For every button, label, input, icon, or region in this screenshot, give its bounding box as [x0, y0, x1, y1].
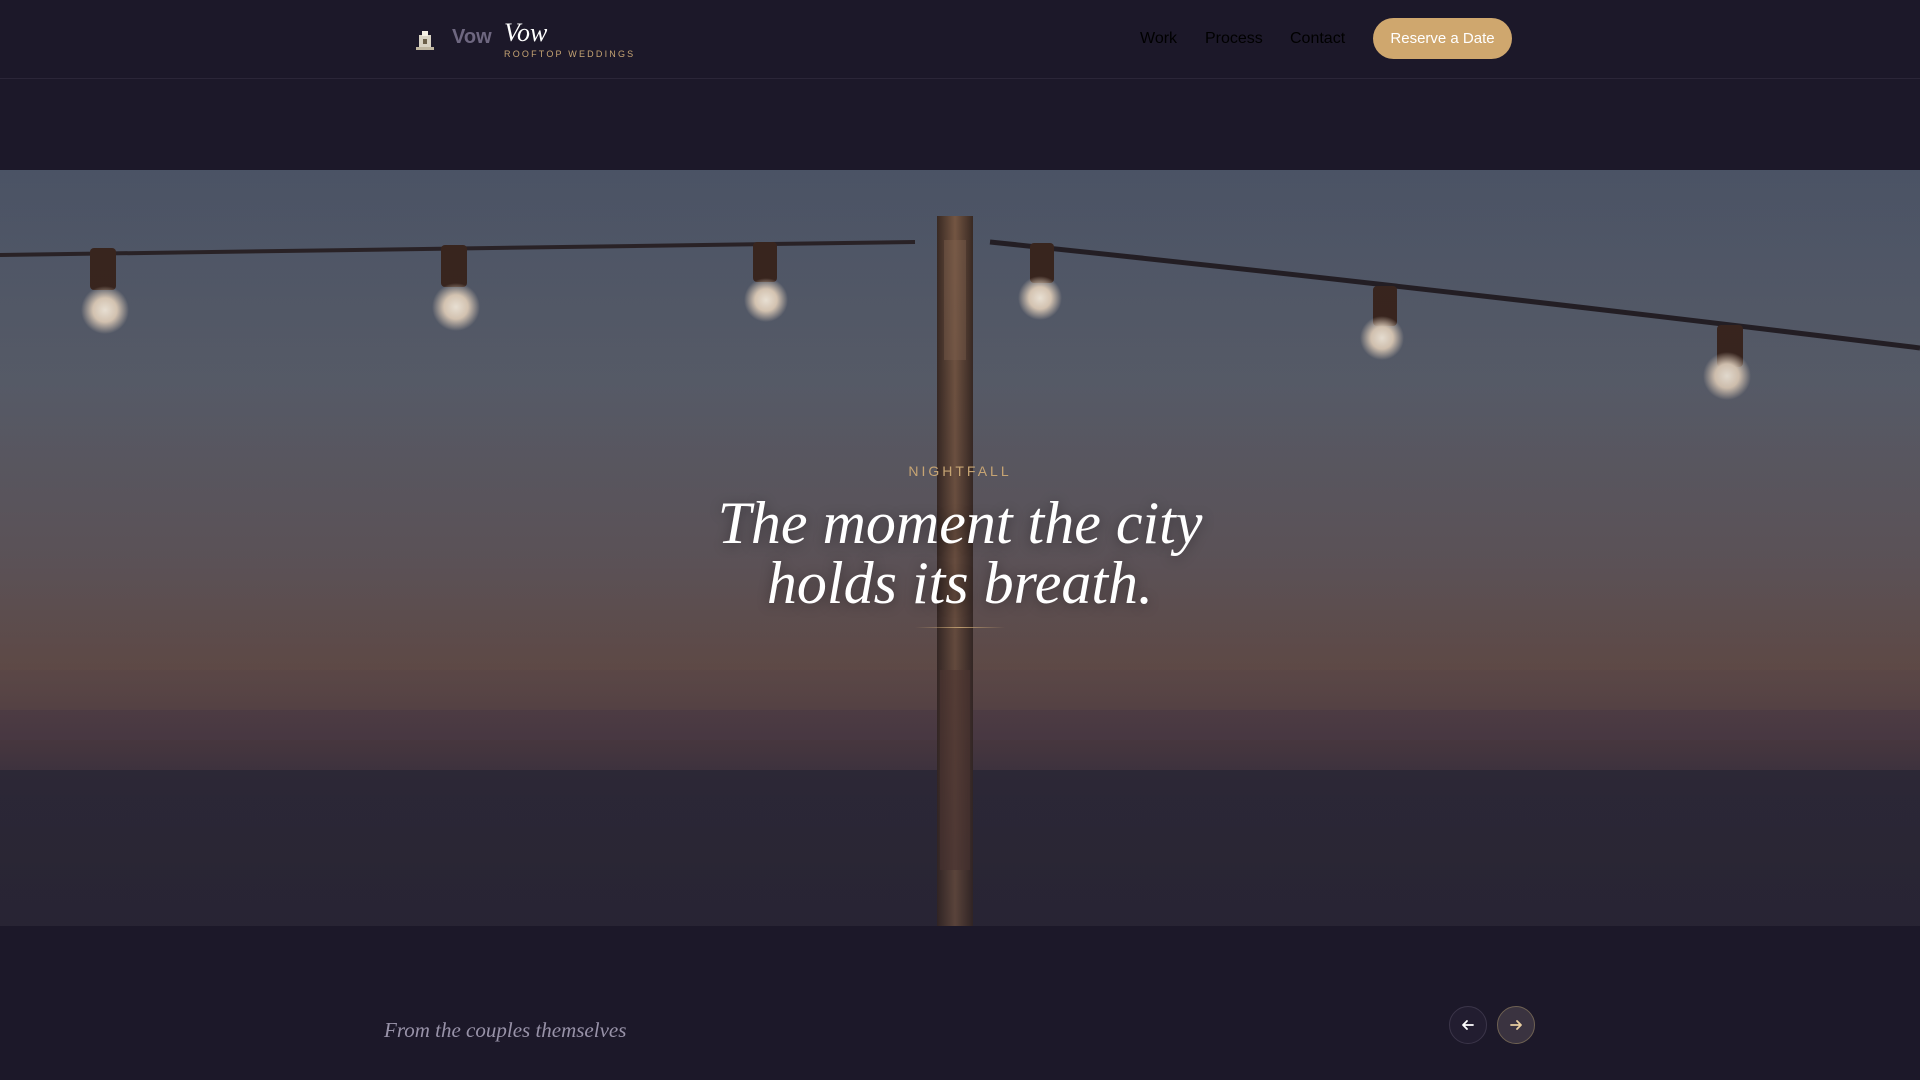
hero-divider	[915, 627, 1005, 628]
site-header: Vow Vow ROOFTOP WEDDINGS Work Process Co…	[0, 0, 1920, 79]
arrow-right-icon	[1510, 1020, 1522, 1030]
hero-headline-line-1: The moment the city	[717, 490, 1203, 556]
hero: NIGHTFALL The moment the city holds its …	[0, 170, 1920, 926]
logo-alt-text: Vow	[452, 26, 492, 48]
logo-icon	[416, 31, 434, 50]
page: Vow Vow ROOFTOP WEDDINGS Work Process Co…	[0, 0, 1920, 1080]
nav-link-process[interactable]: Process	[1205, 30, 1263, 48]
carousel-prev-button[interactable]	[1449, 1006, 1487, 1044]
hero-headline: The moment the city holds its breath.	[0, 493, 1920, 613]
reserve-date-button[interactable]: Reserve a Date	[1373, 18, 1512, 59]
arrow-left-icon	[1462, 1020, 1474, 1030]
hero-eyebrow: NIGHTFALL	[908, 463, 1012, 479]
brand-tagline: ROOFTOP WEDDINGS	[504, 49, 636, 59]
carousel-next-button[interactable]	[1497, 1006, 1535, 1044]
brand-name: Vow	[504, 18, 548, 47]
hero-content: NIGHTFALL The moment the city holds its …	[0, 463, 1920, 628]
hero-headline-line-2: holds its breath.	[766, 550, 1154, 616]
testimonials-title: From the couples themselves	[384, 1018, 627, 1042]
nav-link-contact[interactable]: Contact	[1290, 30, 1345, 48]
nav-link-work[interactable]: Work	[1140, 30, 1177, 48]
